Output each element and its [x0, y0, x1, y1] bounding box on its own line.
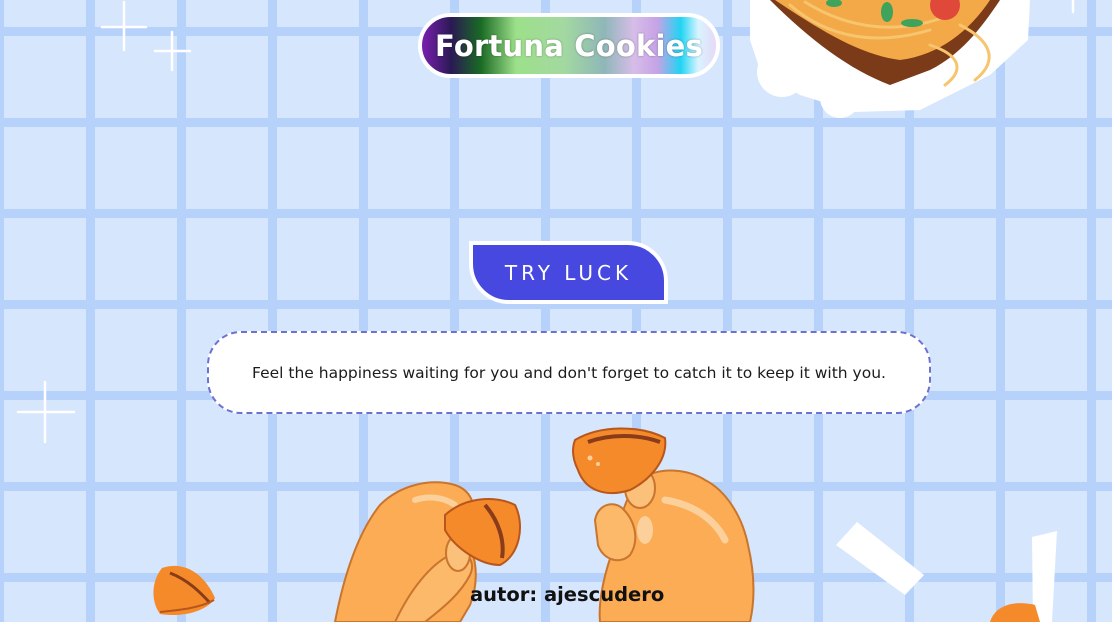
sparkle-icon	[100, 0, 148, 52]
sparkle-icon	[153, 30, 192, 72]
fortune-cookie-icon	[153, 565, 215, 616]
author-credit: autor: ajescudero	[470, 583, 665, 606]
try-luck-button[interactable]: TRY LUCK	[469, 241, 668, 304]
background-illustrations	[16, 0, 1075, 622]
fortune-message-text: Feel the happiness waiting for you and d…	[252, 363, 886, 382]
fortune-message-box: Feel the happiness waiting for you and d…	[207, 331, 931, 414]
app-title-banner: Fortuna Cookies	[418, 13, 720, 78]
sparkle-icon	[16, 380, 76, 444]
fortune-cookie-icon	[990, 603, 1040, 622]
app-title: Fortuna Cookies	[435, 28, 703, 63]
noodle-box-illustration	[750, 0, 1030, 118]
